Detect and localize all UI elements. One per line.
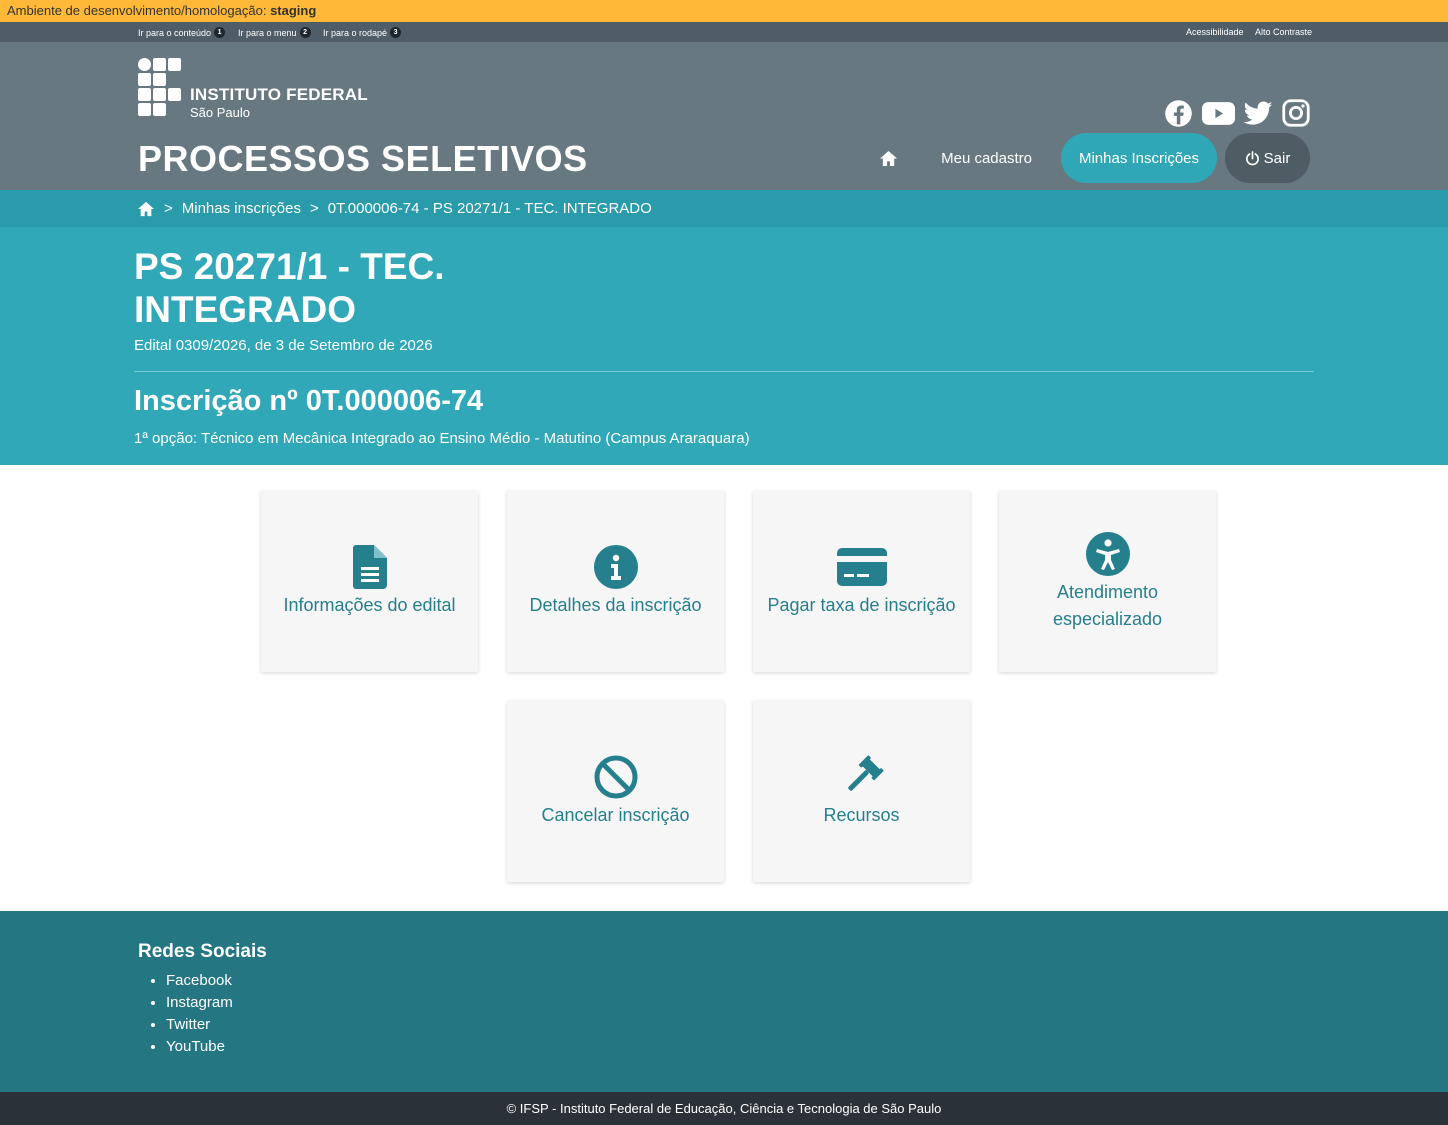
youtube-icon[interactable] [1201,98,1235,128]
card-label: Detalhes da inscrição [529,595,702,615]
card-label: Informações do edital [283,595,456,615]
footer-facebook-link[interactable]: Facebook [166,972,232,989]
card-pagar-taxa[interactable]: Pagar taxa de inscrição [753,491,970,672]
edital-info: Edital 0309/2026, de 3 de Setembro de 20… [134,337,433,354]
document-icon [347,544,393,590]
logo-campus: São Paulo [190,105,250,120]
footer-social-heading: Redes Sociais [138,941,267,962]
copyright-text: © IFSP - Instituto Federal de Educação, … [506,1101,942,1116]
process-hero: PS 20271/1 - TEC. INTEGRADO Edital 0309/… [0,227,1448,465]
copyright-bar: © IFSP - Instituto Federal de Educação, … [0,1092,1448,1125]
main-nav: Meu cadastro Minhas Inscrições Sair [863,133,1310,183]
footer-social-list: Facebook Instagram Twitter YouTube [166,970,233,1058]
skip-to-content-link[interactable]: Ir para o conteúdo 1 [138,27,226,38]
course-option: 1ª opção: Técnico em Mecânica Integrado … [134,430,750,447]
utility-bar: Ir para o conteúdo 1 Ir para o menu 2 Ir… [0,22,1448,42]
skip-to-menu-link[interactable]: Ir para o menu 2 [238,27,311,38]
facebook-icon[interactable] [1163,98,1193,128]
breadcrumb-current: 0T.000006-74 - PS 20271/1 - TEC. INTEGRA… [327,200,652,217]
nav-minhas-inscricoes[interactable]: Minhas Inscrições [1061,133,1217,183]
card-label: Pagar taxa de inscrição [767,595,956,615]
logout-button[interactable]: Sair [1225,133,1310,183]
skip-to-content-label: Ir para o conteúdo [138,27,212,38]
skip-to-menu-label: Ir para o menu [238,27,297,38]
card-label: Cancelar inscrição [541,805,690,825]
environment-banner: Ambiente de desenvolvimento/homologação:… [0,0,1448,22]
hero-divider [134,371,1314,372]
card-informacoes-edital[interactable]: Informações do edital [261,491,478,672]
social-icons [1163,98,1311,128]
site-footer: Redes Sociais Facebook Instagram Twitter… [0,911,1448,1092]
card-label: Recursos [823,805,900,825]
card-cancelar-inscricao[interactable]: Cancelar inscrição [507,701,724,882]
breadcrumb-separator: > [309,200,319,217]
ban-icon [593,754,639,800]
info-icon [593,544,639,590]
breadcrumb-separator: > [164,200,173,217]
accessibility-icon [1085,531,1131,577]
shortcut-badge: 2 [299,27,311,38]
site-header: INSTITUTO FEDERAL São Paulo PROCESSOS SE… [0,42,1448,190]
nav-home-link[interactable] [863,133,913,183]
footer-twitter-link[interactable]: Twitter [166,1016,210,1033]
process-title: PS 20271/1 - TEC. INTEGRADO [134,246,445,330]
accessibility-link[interactable]: Acessibilidade [1186,27,1244,37]
ifsp-logo[interactable]: INSTITUTO FEDERAL São Paulo [138,58,378,120]
breadcrumb: > Minhas inscrições > 0T.000006-74 - PS … [0,190,1448,227]
skip-to-footer-link[interactable]: Ir para o rodapé 3 [323,27,402,38]
card-label: Atendimento especializado [1052,581,1163,629]
logo-name: INSTITUTO FEDERAL [190,85,368,104]
home-icon [138,201,154,216]
twitter-icon[interactable] [1243,98,1273,128]
action-cards: Informações do edital Detalhes da inscri… [0,465,1448,911]
power-icon [1245,150,1259,165]
card-recursos[interactable]: Recursos [753,701,970,882]
breadcrumb-home-link[interactable] [137,201,155,217]
shortcut-badge: 1 [214,27,226,38]
logout-label: Sair [1263,149,1291,167]
site-title: PROCESSOS SELETIVOS [138,138,588,179]
inscription-number: Inscrição nº 0T.000006-74 [134,385,484,417]
footer-instagram-link[interactable]: Instagram [166,994,233,1011]
footer-youtube-link[interactable]: YouTube [166,1038,225,1055]
card-atendimento-especializado[interactable]: Atendimento especializado [999,491,1216,672]
card-detalhes-inscricao[interactable]: Detalhes da inscrição [507,491,724,672]
environment-label: Ambiente de desenvolvimento/homologação: [7,3,267,18]
breadcrumb-minhas-inscricoes[interactable]: Minhas inscrições [182,200,301,217]
logo-grid-icon [138,58,184,120]
credit-card-icon [836,544,888,590]
gavel-icon [839,754,885,800]
skip-to-footer-label: Ir para o rodapé [323,27,388,38]
home-icon [879,150,897,166]
high-contrast-link[interactable]: Alto Contraste [1255,27,1312,37]
shortcut-badge: 3 [390,27,402,38]
instagram-icon[interactable] [1281,98,1311,128]
environment-value: staging [270,3,317,18]
nav-meu-cadastro[interactable]: Meu cadastro [941,150,1032,167]
